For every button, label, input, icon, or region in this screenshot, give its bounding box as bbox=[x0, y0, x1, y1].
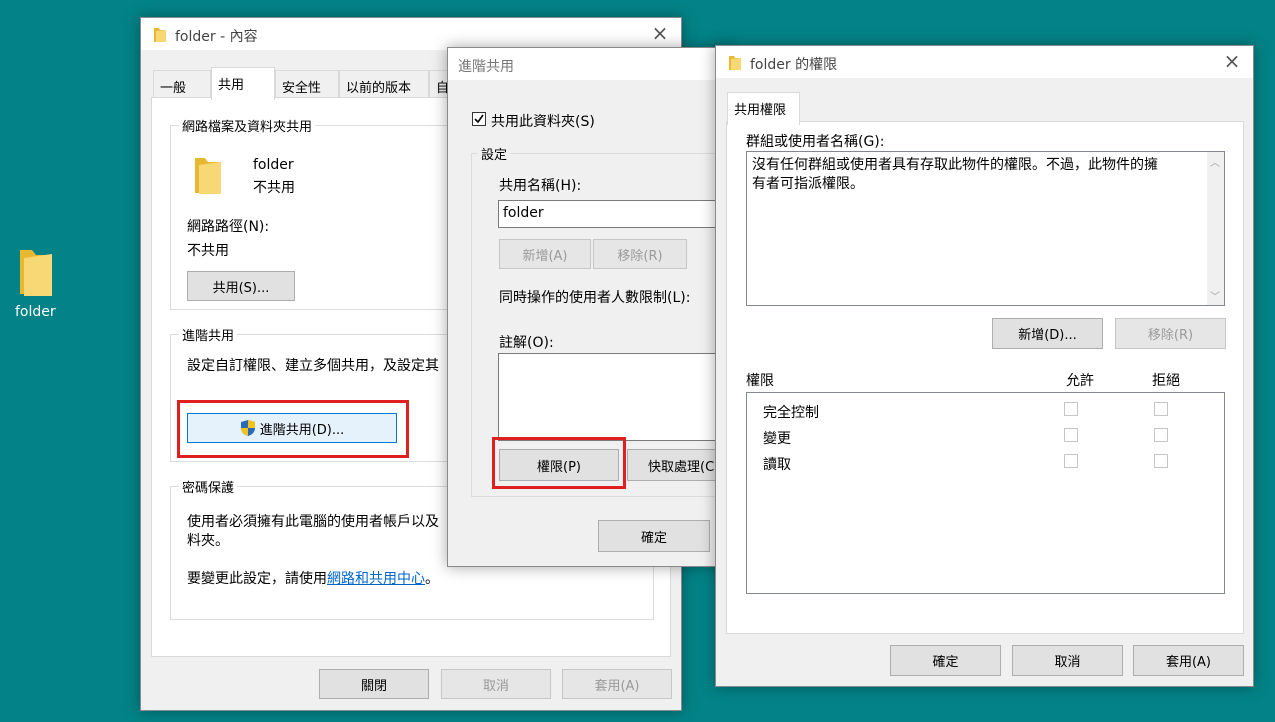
allow-header: 允許 bbox=[1066, 373, 1094, 389]
scrollbar[interactable]: ︿ ﹀ bbox=[1207, 152, 1224, 305]
apply-button[interactable]: 套用(A) bbox=[562, 669, 672, 699]
cancel-button[interactable]: 取消 bbox=[1012, 645, 1123, 676]
share-name-label: 共用名稱(H): bbox=[499, 178, 582, 194]
password-description-line2: 料夾。 bbox=[187, 533, 229, 549]
advanced-titlebar[interactable]: 進階共用 bbox=[448, 48, 726, 80]
change-suffix: 。 bbox=[425, 571, 439, 587]
network-center-link[interactable]: 網路和共用中心 bbox=[327, 571, 425, 587]
permission-name: 變更 bbox=[763, 431, 791, 447]
deny-checkbox[interactable] bbox=[1154, 428, 1168, 442]
close-button[interactable]: 關閉 bbox=[319, 669, 429, 699]
caching-button[interactable]: 快取處理(C bbox=[627, 449, 727, 481]
tab-share-permissions[interactable]: 共用權限 bbox=[727, 92, 800, 125]
permissions-button-highlight bbox=[492, 437, 626, 489]
comment-label: 註解(O): bbox=[499, 335, 554, 351]
window-title: folder - 內容 bbox=[175, 29, 258, 45]
scroll-down-icon[interactable]: ﹀ bbox=[1210, 288, 1220, 303]
group-title: 進階共用 bbox=[179, 325, 238, 344]
checkmark-icon bbox=[474, 114, 484, 124]
ok-button[interactable]: 確定 bbox=[598, 520, 710, 552]
folder-icon bbox=[729, 56, 741, 70]
deny-checkbox[interactable] bbox=[1154, 454, 1168, 468]
share-name-input[interactable]: folder bbox=[498, 200, 728, 228]
folder-name: folder bbox=[253, 157, 294, 173]
folder-icon bbox=[154, 28, 166, 42]
add-share-button[interactable]: 新增(A) bbox=[499, 239, 591, 269]
empty-message-line1: 沒有任何群組或使用者具有存取此物件的權限。不過，此物件的擁 bbox=[752, 157, 1158, 173]
tab-security[interactable]: 安全性 bbox=[275, 70, 339, 98]
permissions-titlebar[interactable]: folder 的權限 × bbox=[716, 46, 1253, 78]
apply-button[interactable]: 套用(A) bbox=[1133, 645, 1244, 676]
window-title: 進階共用 bbox=[458, 59, 514, 75]
permission-row-full-control: 完全控制 bbox=[747, 399, 1224, 423]
change-prefix: 要變更此設定，請使用 bbox=[187, 571, 327, 587]
allow-checkbox[interactable] bbox=[1064, 454, 1078, 468]
remove-share-button[interactable]: 移除(R) bbox=[593, 239, 687, 269]
share-folder-label[interactable]: 共用此資料夾(S) bbox=[491, 111, 595, 131]
password-description-line1: 使用者必須擁有此電腦的使用者帳戶以及 bbox=[187, 514, 439, 530]
network-path-value: 不共用 bbox=[187, 243, 229, 259]
desktop-folder[interactable]: folder bbox=[8, 246, 64, 326]
deny-checkbox[interactable] bbox=[1154, 402, 1168, 416]
share-folder-checkbox[interactable] bbox=[472, 112, 486, 126]
tab-general[interactable]: 一般 bbox=[153, 70, 211, 98]
group-title: 密碼保護 bbox=[179, 477, 238, 496]
properties-titlebar[interactable]: folder - 內容 × bbox=[141, 18, 681, 50]
permissions-window: folder 的權限 × 共用權限 群組或使用者名稱(G): 沒有任何群組或使用… bbox=[715, 45, 1254, 687]
tab-previous-versions[interactable]: 以前的版本 bbox=[339, 70, 429, 98]
share-button[interactable]: 共用(S)... bbox=[187, 271, 295, 301]
advanced-description: 設定自訂權限、建立多個共用，及設定其 bbox=[187, 358, 439, 374]
permission-row-read: 讀取 bbox=[747, 451, 1224, 475]
group-user-listbox[interactable]: 沒有任何群組或使用者具有存取此物件的權限。不過，此物件的擁 有者可指派權限。 ︿… bbox=[746, 151, 1225, 306]
allow-checkbox[interactable] bbox=[1064, 428, 1078, 442]
folder-status: 不共用 bbox=[253, 180, 295, 196]
ok-button[interactable]: 確定 bbox=[890, 645, 1001, 676]
share-permissions-panel: 群組或使用者名稱(G): 沒有任何群組或使用者具有存取此物件的權限。不過，此物件… bbox=[726, 121, 1244, 634]
group-user-label: 群組或使用者名稱(G): bbox=[746, 134, 885, 150]
folder-icon bbox=[20, 250, 52, 296]
cancel-button[interactable]: 取消 bbox=[441, 669, 551, 699]
advanced-sharing-window: 進階共用 共用此資料夾(S) 設定 共用名稱(H): folder 新增(A) … bbox=[447, 47, 741, 567]
network-path-label: 網路路徑(N): bbox=[187, 219, 270, 235]
user-limit-label: 同時操作的使用者人數限制(L): bbox=[499, 290, 691, 306]
empty-message-line2: 有者可指派權限。 bbox=[752, 176, 864, 192]
close-icon[interactable]: × bbox=[649, 23, 671, 45]
advanced-button-highlight bbox=[177, 400, 409, 458]
permission-name: 完全控制 bbox=[763, 405, 819, 421]
deny-header: 拒絕 bbox=[1152, 373, 1180, 389]
change-setting-text: 要變更此設定，請使用網路和共用中心。 bbox=[187, 568, 439, 588]
tab-sharing[interactable]: 共用 bbox=[211, 67, 275, 100]
folder-icon bbox=[195, 158, 221, 194]
permission-row-change: 變更 bbox=[747, 425, 1224, 449]
window-title: folder 的權限 bbox=[750, 57, 838, 73]
scroll-up-icon[interactable]: ︿ bbox=[1210, 154, 1220, 169]
add-user-button[interactable]: 新增(D)... bbox=[992, 318, 1103, 349]
group-title: 設定 bbox=[478, 144, 511, 163]
comment-textarea[interactable] bbox=[498, 353, 728, 441]
group-title: 網路檔案及資料夾共用 bbox=[179, 116, 316, 135]
remove-user-button[interactable]: 移除(R) bbox=[1115, 318, 1226, 349]
permission-name: 讀取 bbox=[763, 457, 791, 473]
share-name-value: folder bbox=[503, 205, 544, 221]
allow-checkbox[interactable] bbox=[1064, 402, 1078, 416]
close-icon[interactable]: × bbox=[1221, 51, 1243, 73]
permissions-header: 權限 bbox=[746, 373, 774, 389]
desktop-folder-label: folder bbox=[15, 304, 56, 320]
permissions-list: 完全控制 變更 讀取 bbox=[746, 392, 1225, 594]
